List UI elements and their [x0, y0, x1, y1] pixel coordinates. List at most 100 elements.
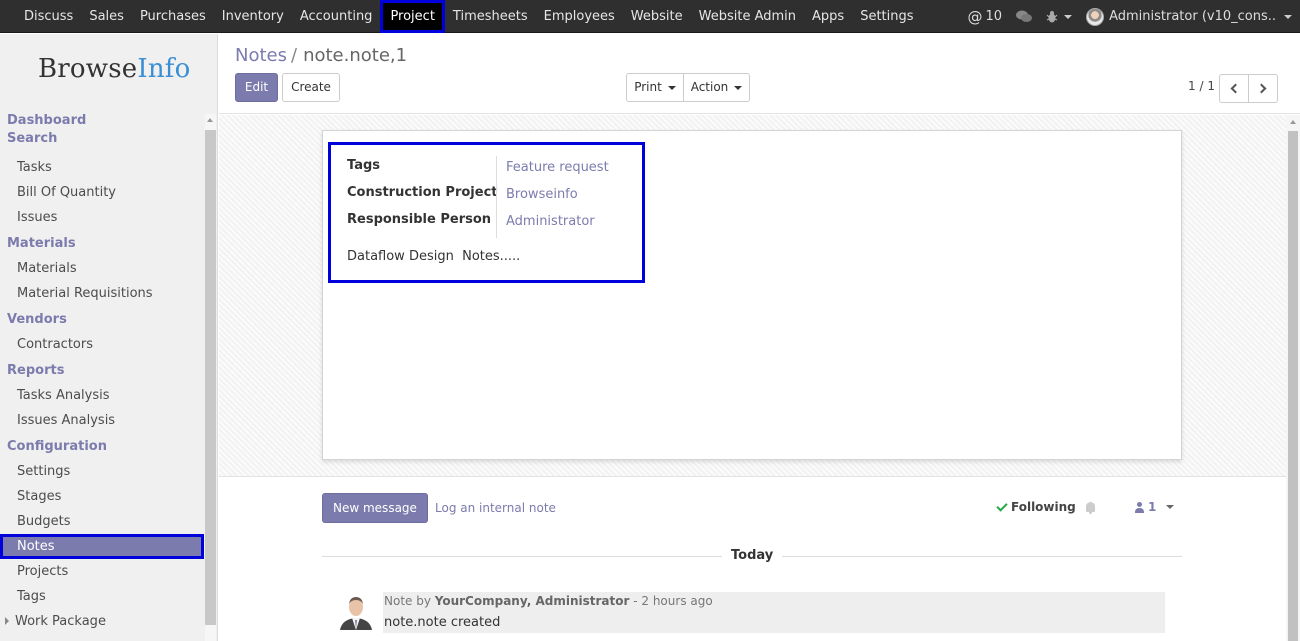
at-icon: @: [967, 7, 983, 26]
field-divider: [496, 156, 497, 238]
systray: @ 10 Administrator (v10_cons..: [954, 0, 1292, 33]
sidebar-item-budgets[interactable]: Budgets: [0, 509, 204, 534]
edit-button[interactable]: Edit: [235, 73, 278, 102]
log-note-link[interactable]: Log an internal note: [435, 501, 556, 515]
sidebar: BrowseInfo Dashboard Search Tasks Bill O…: [0, 34, 218, 641]
field-label-tags: Tags: [347, 158, 381, 173]
menu-employees[interactable]: Employees: [536, 0, 623, 33]
debug-button[interactable]: [1046, 0, 1073, 33]
menu-apps[interactable]: Apps: [804, 0, 852, 33]
sidebar-item-issues[interactable]: Issues: [0, 205, 204, 230]
scroll-up-icon[interactable]: [1290, 120, 1296, 124]
app-menu: Discuss Sales Purchases Inventory Accoun…: [0, 0, 922, 33]
field-label-construction-project: Construction Project: [347, 185, 498, 200]
control-panel: Notes / note.note,1 Edit Create Print Acti…: [219, 34, 1300, 114]
chevron-down-icon: [734, 85, 743, 90]
scroll-up-icon[interactable]: [207, 118, 213, 122]
menu-discuss[interactable]: Discuss: [16, 0, 81, 33]
print-button[interactable]: Print: [626, 73, 684, 102]
field-value-responsible-person[interactable]: Administrator: [506, 214, 595, 229]
sidebar-section-materials: Materials: [7, 236, 76, 251]
message-author[interactable]: YourCompany, Administrator: [435, 594, 630, 608]
sidebar-item-notes[interactable]: Notes: [0, 534, 204, 559]
top-navbar: Discuss Sales Purchases Inventory Accoun…: [0, 0, 1300, 33]
menu-timesheets[interactable]: Timesheets: [445, 0, 536, 33]
sidebar-item-bill-of-quantity[interactable]: Bill Of Quantity: [0, 180, 204, 205]
field-value-tags[interactable]: Feature request: [506, 160, 609, 175]
bug-icon: [1046, 11, 1058, 23]
message-time: - 2 hours ago: [629, 594, 713, 608]
scrollbar-thumb[interactable]: [1288, 131, 1298, 641]
chat-icon: [1016, 10, 1033, 22]
sidebar-item-stages[interactable]: Stages: [0, 484, 204, 509]
sidebar-section-configuration: Configuration: [7, 439, 107, 454]
sidebar-section-vendors: Vendors: [7, 312, 67, 327]
breadcrumb-current: note.note,1: [303, 45, 408, 66]
sidebar-item-contractors[interactable]: Contractors: [0, 332, 204, 357]
menu-sales[interactable]: Sales: [81, 0, 132, 33]
note-body: Dataflow Design Notes.....: [347, 249, 521, 264]
chevron-right-icon: [1256, 83, 1267, 94]
chevron-down-icon: [667, 85, 676, 90]
chatter-message: Note by YourCompany, Administrator - 2 h…: [383, 592, 1165, 633]
date-separator: Today: [722, 548, 783, 563]
followers-button[interactable]: 1: [1135, 500, 1175, 514]
menu-purchases[interactable]: Purchases: [132, 0, 214, 33]
sidebar-item-settings[interactable]: Settings: [0, 459, 204, 484]
sidebar-item-tasks[interactable]: Tasks: [0, 155, 204, 180]
pager-value[interactable]: 1 / 1: [1188, 79, 1215, 93]
sidebar-nav: Dashboard Search Tasks Bill Of Quantity …: [0, 112, 204, 634]
sidebar-item-work-package[interactable]: Work Package: [0, 609, 204, 634]
sidebar-item-tags[interactable]: Tags: [0, 584, 204, 609]
pager-next-button[interactable]: [1248, 74, 1278, 103]
sheet-background: Tags Construction Project Responsible Pe…: [219, 115, 1286, 477]
form-sheet: Tags Construction Project Responsible Pe…: [322, 130, 1182, 460]
logo: BrowseInfo: [38, 54, 191, 84]
pager-previous-button[interactable]: [1219, 74, 1249, 103]
action-button[interactable]: Action: [683, 73, 750, 102]
menu-inventory[interactable]: Inventory: [214, 0, 292, 33]
sidebar-section-reports: Reports: [7, 363, 65, 378]
chevron-down-icon: [1284, 14, 1292, 19]
message-header: Note by YourCompany, Administrator - 2 h…: [384, 594, 713, 608]
check-icon: [996, 499, 1008, 512]
menu-project[interactable]: Project: [380, 0, 445, 33]
field-label-responsible-person: Responsible Person: [347, 212, 492, 227]
menu-website[interactable]: Website: [623, 0, 691, 33]
sidebar-item-projects[interactable]: Projects: [0, 559, 204, 584]
breadcrumb-notes-link[interactable]: Notes: [235, 45, 287, 66]
menu-accounting[interactable]: Accounting: [292, 0, 381, 33]
user-menu[interactable]: Administrator (v10_cons..: [1086, 0, 1292, 33]
highlighted-region: Tags Construction Project Responsible Pe…: [328, 142, 645, 283]
sidebar-item-tasks-analysis[interactable]: Tasks Analysis: [0, 383, 204, 408]
message-body: note.note created: [384, 615, 501, 630]
mentions-count: 10: [985, 9, 1003, 24]
avatar[interactable]: [337, 592, 375, 630]
sidebar-item-materials[interactable]: Materials: [0, 256, 204, 281]
user-icon: [1135, 501, 1144, 513]
create-button[interactable]: Create: [282, 73, 340, 102]
sidebar-scrollbar[interactable]: [205, 114, 216, 641]
field-value-construction-project[interactable]: Browseinfo: [506, 187, 578, 202]
menu-website-admin[interactable]: Website Admin: [691, 0, 804, 33]
breadcrumb: Notes / note.note,1: [235, 45, 408, 66]
chevron-left-icon: [1230, 83, 1241, 94]
scrollbar-thumb[interactable]: [205, 130, 216, 625]
chat-button[interactable]: [1016, 0, 1033, 33]
form-view: Tags Construction Project Responsible Pe…: [219, 115, 1300, 641]
sidebar-section-dashboard[interactable]: Dashboard: [0, 112, 204, 130]
chevron-down-icon: [1064, 14, 1073, 19]
bell-icon[interactable]: [1085, 502, 1095, 514]
mentions-button[interactable]: @ 10: [968, 0, 1003, 33]
user-name: Administrator (v10_cons..: [1109, 9, 1276, 24]
chevron-down-icon: [1166, 505, 1175, 509]
sidebar-item-issues-analysis[interactable]: Issues Analysis: [0, 408, 204, 433]
menu-settings[interactable]: Settings: [852, 0, 921, 33]
content-scrollbar[interactable]: [1286, 115, 1300, 641]
expand-icon: [5, 617, 9, 625]
sidebar-item-material-requisitions[interactable]: Material Requisitions: [0, 281, 204, 306]
sidebar-section-search: Search: [7, 131, 58, 146]
new-message-button[interactable]: New message: [322, 493, 428, 523]
following-button[interactable]: Following: [996, 499, 1095, 514]
avatar: [1086, 7, 1105, 26]
